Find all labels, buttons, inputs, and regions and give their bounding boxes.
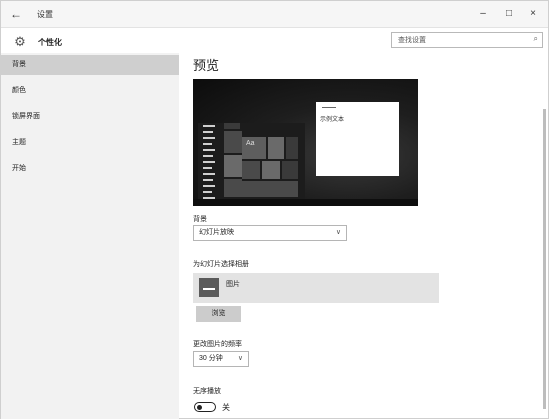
preview-menu-line: [203, 179, 213, 181]
sidebar: 背景 颜色 锁屏界面 主题 开始: [1, 53, 179, 419]
preview-menu-line: [203, 191, 212, 193]
main-content: 预览 Aa 示例文本 背景 幻灯片放映 ∨ 为幻灯片选择相册 图片 浏览 更改图…: [179, 53, 549, 419]
preview-tile: [282, 161, 298, 179]
preview-tile: [242, 161, 260, 179]
browse-button[interactable]: 浏览: [196, 306, 241, 322]
album-label: 为幻灯片选择相册: [193, 261, 249, 268]
window-title: 设置: [37, 10, 53, 19]
minimize-button[interactable]: –: [474, 6, 492, 22]
preview-menu-line: [203, 131, 213, 133]
preview-tile: [224, 179, 242, 197]
preview-tile: [242, 181, 298, 197]
preview-menu-line: [203, 137, 215, 139]
preview-sample-window: 示例文本: [316, 102, 399, 176]
background-dropdown[interactable]: 幻灯片放映 ∨: [193, 225, 347, 241]
album-folder-name: 图片: [226, 281, 240, 288]
interval-dropdown-value: 30 分钟: [199, 355, 223, 362]
search-box[interactable]: ⌕: [391, 32, 543, 48]
sidebar-item-background[interactable]: 背景: [1, 55, 179, 75]
preview-tile: [224, 131, 242, 153]
search-input[interactable]: [398, 34, 518, 46]
sidebar-item-colors[interactable]: 颜色: [1, 81, 179, 101]
preview-menu-line: [203, 161, 215, 163]
desktop-preview: Aa 示例文本: [193, 79, 418, 206]
back-arrow-icon[interactable]: ←: [9, 7, 23, 21]
preview-tile: [224, 123, 240, 129]
shuffle-toggle[interactable]: [194, 402, 216, 412]
preview-taskbar: [193, 199, 418, 206]
preview-tile: [262, 161, 280, 179]
preview-menu-line: [203, 173, 215, 175]
sidebar-item-lock-screen[interactable]: 锁屏界面: [1, 107, 179, 127]
chevron-down-icon: ∨: [335, 229, 341, 236]
sidebar-item-start[interactable]: 开始: [1, 159, 179, 179]
preview-tile-aa: Aa: [242, 137, 266, 159]
title-bar: ← 设置 – □ ×: [1, 1, 548, 28]
gear-icon: ⚙: [14, 34, 26, 49]
sample-title-bar: [322, 107, 336, 108]
preview-menu-line: [203, 185, 215, 187]
settings-window: ← 设置 – □ × ⚙ 个性化 ⌕ 背景 颜色 锁屏界面 主题 开始 预览: [0, 0, 549, 419]
preview-menu-line: [203, 155, 213, 157]
search-icon[interactable]: ⌕: [534, 34, 538, 44]
maximize-button[interactable]: □: [500, 6, 518, 22]
preview-menu-line: [203, 125, 215, 127]
scrollbar[interactable]: [543, 109, 546, 409]
shuffle-state: 关: [222, 403, 230, 412]
preview-tile: [286, 137, 298, 159]
interval-label: 更改图片的频率: [193, 341, 242, 348]
preview-heading: 预览: [193, 58, 220, 73]
sidebar-item-themes[interactable]: 主题: [1, 133, 179, 153]
sample-text: 示例文本: [320, 117, 345, 123]
preview-tile: [224, 155, 242, 177]
background-label: 背景: [193, 216, 207, 223]
chevron-down-icon: ∨: [237, 355, 243, 362]
close-button[interactable]: ×: [524, 6, 542, 22]
preview-menu-line: [203, 149, 215, 151]
shuffle-label: 无序播放: [193, 388, 221, 395]
album-item[interactable]: 图片: [193, 273, 439, 303]
page-title: 个性化: [38, 38, 62, 47]
preview-menu-line: [203, 143, 212, 145]
background-dropdown-value: 幻灯片放映: [199, 229, 234, 236]
toggle-knob: [197, 404, 202, 410]
preview-menu-line: [203, 167, 212, 169]
folder-icon: [199, 278, 219, 297]
interval-dropdown[interactable]: 30 分钟 ∨: [193, 351, 249, 367]
preview-tile: [268, 137, 284, 159]
